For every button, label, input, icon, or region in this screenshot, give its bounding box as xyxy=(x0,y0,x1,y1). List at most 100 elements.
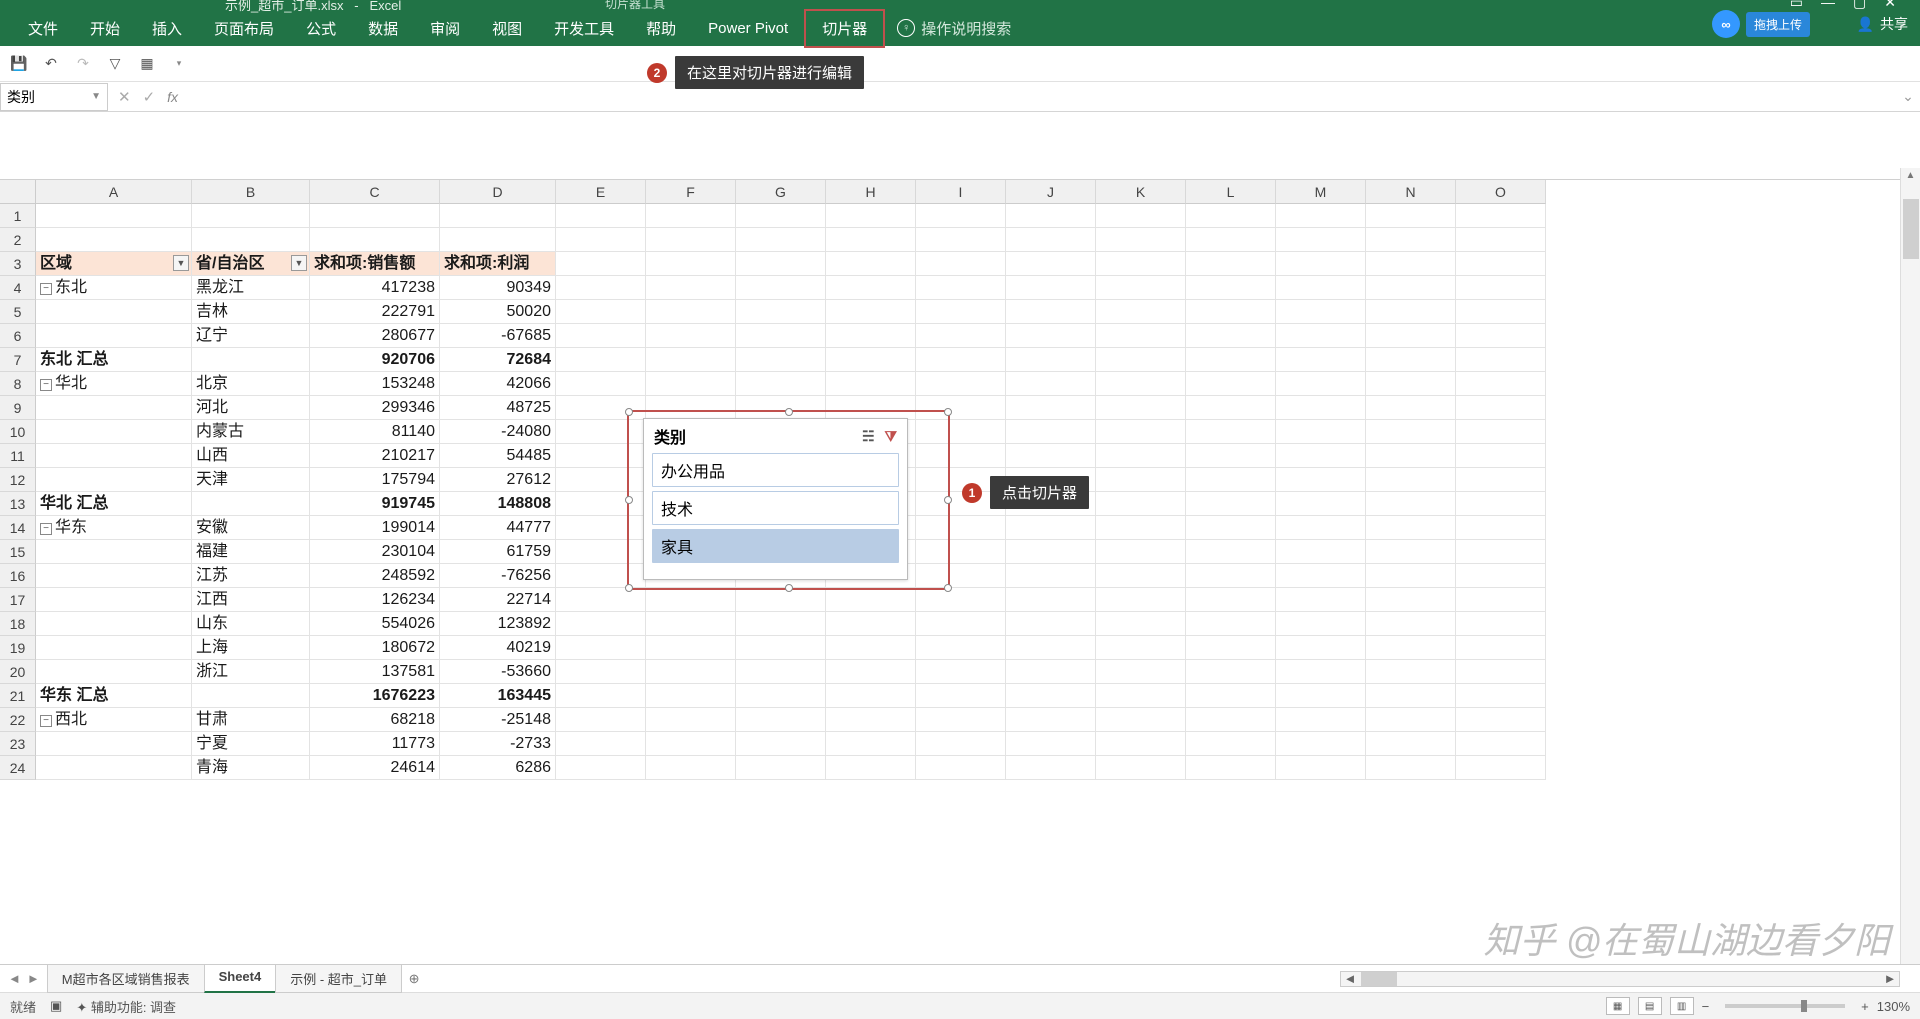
save-button[interactable]: 💾 xyxy=(8,53,30,75)
sheet-tab[interactable]: 示例 - 超市_订单 xyxy=(275,965,402,993)
cell-A14[interactable]: −华东 xyxy=(36,516,192,540)
cell-C15[interactable]: 230104 xyxy=(310,540,440,564)
cell-A7[interactable]: 东北 汇总 xyxy=(36,348,192,372)
cell-E18[interactable] xyxy=(556,612,646,636)
zoom-in-button[interactable]: + xyxy=(1861,999,1869,1014)
cell-B15[interactable]: 福建 xyxy=(192,540,310,564)
collapse-icon[interactable]: − xyxy=(40,715,52,727)
cell-L22[interactable] xyxy=(1186,708,1276,732)
cell-B9[interactable]: 河北 xyxy=(192,396,310,420)
cell-J19[interactable] xyxy=(1006,636,1096,660)
cell-D23[interactable]: -2733 xyxy=(440,732,556,756)
cell-K20[interactable] xyxy=(1096,660,1186,684)
cell-I5[interactable] xyxy=(916,300,1006,324)
cell-M22[interactable] xyxy=(1276,708,1366,732)
cell-B8[interactable]: 北京 xyxy=(192,372,310,396)
cell-B19[interactable]: 上海 xyxy=(192,636,310,660)
cell-A22[interactable]: −西北 xyxy=(36,708,192,732)
cell-I6[interactable] xyxy=(916,324,1006,348)
ribbon-tab-切片器[interactable]: 切片器 xyxy=(804,9,885,48)
cell-E17[interactable] xyxy=(556,588,646,612)
resize-handle[interactable] xyxy=(944,496,952,504)
cell-B4[interactable]: 黑龙江 xyxy=(192,276,310,300)
cell-L4[interactable] xyxy=(1186,276,1276,300)
cell-J16[interactable] xyxy=(1006,564,1096,588)
cell-L13[interactable] xyxy=(1186,492,1276,516)
cell-D12[interactable]: 27612 xyxy=(440,468,556,492)
minimize-icon[interactable]: — xyxy=(1821,0,1835,11)
cell-N13[interactable] xyxy=(1366,492,1456,516)
cell-M6[interactable] xyxy=(1276,324,1366,348)
cell-N10[interactable] xyxy=(1366,420,1456,444)
cell-A21[interactable]: 华东 汇总 xyxy=(36,684,192,708)
cell-J14[interactable] xyxy=(1006,516,1096,540)
cell-F1[interactable] xyxy=(646,204,736,228)
col-header-I[interactable]: I xyxy=(916,180,1006,204)
cell-N17[interactable] xyxy=(1366,588,1456,612)
cell-J22[interactable] xyxy=(1006,708,1096,732)
col-header-C[interactable]: C xyxy=(310,180,440,204)
ribbon-tab-视图[interactable]: 视图 xyxy=(476,11,538,46)
cell-M24[interactable] xyxy=(1276,756,1366,780)
ribbon-tab-数据[interactable]: 数据 xyxy=(352,11,414,46)
cell-A19[interactable] xyxy=(36,636,192,660)
cell-A8[interactable]: −华北 xyxy=(36,372,192,396)
cell-K18[interactable] xyxy=(1096,612,1186,636)
cell-B17[interactable]: 江西 xyxy=(192,588,310,612)
cell-M20[interactable] xyxy=(1276,660,1366,684)
cell-I22[interactable] xyxy=(916,708,1006,732)
cell-F21[interactable] xyxy=(646,684,736,708)
cell-N7[interactable] xyxy=(1366,348,1456,372)
cell-L21[interactable] xyxy=(1186,684,1276,708)
cell-B10[interactable]: 内蒙古 xyxy=(192,420,310,444)
cell-J7[interactable] xyxy=(1006,348,1096,372)
cell-I3[interactable] xyxy=(916,252,1006,276)
baidu-netdisk-widget[interactable]: ∞ 拖拽上传 xyxy=(1712,10,1810,38)
resize-handle[interactable] xyxy=(625,408,633,416)
cell-M1[interactable] xyxy=(1276,204,1366,228)
cell-J6[interactable] xyxy=(1006,324,1096,348)
cell-C10[interactable]: 81140 xyxy=(310,420,440,444)
cell-J15[interactable] xyxy=(1006,540,1096,564)
cell-M2[interactable] xyxy=(1276,228,1366,252)
cell-F23[interactable] xyxy=(646,732,736,756)
cell-K24[interactable] xyxy=(1096,756,1186,780)
row-header-23[interactable]: 23 xyxy=(0,732,36,756)
row-header-15[interactable]: 15 xyxy=(0,540,36,564)
cell-O23[interactable] xyxy=(1456,732,1546,756)
row-header-9[interactable]: 9 xyxy=(0,396,36,420)
cell-L8[interactable] xyxy=(1186,372,1276,396)
row-header-20[interactable]: 20 xyxy=(0,660,36,684)
cell-D18[interactable]: 123892 xyxy=(440,612,556,636)
col-header-E[interactable]: E xyxy=(556,180,646,204)
cell-C19[interactable]: 180672 xyxy=(310,636,440,660)
cell-D22[interactable]: -25148 xyxy=(440,708,556,732)
ribbon-tab-power-pivot[interactable]: Power Pivot xyxy=(692,13,804,44)
cell-A24[interactable] xyxy=(36,756,192,780)
cell-C8[interactable]: 153248 xyxy=(310,372,440,396)
spreadsheet-grid[interactable]: ABCDEFGHIJKLMNO 123456789101112131415161… xyxy=(0,180,1920,964)
cell-B12[interactable]: 天津 xyxy=(192,468,310,492)
cell-L23[interactable] xyxy=(1186,732,1276,756)
ribbon-tab-页面布局[interactable]: 页面布局 xyxy=(198,11,290,46)
cell-M21[interactable] xyxy=(1276,684,1366,708)
name-box[interactable]: 类别 ▼ xyxy=(0,83,108,111)
cell-I20[interactable] xyxy=(916,660,1006,684)
maximize-icon[interactable]: ▢ xyxy=(1853,0,1866,11)
col-header-B[interactable]: B xyxy=(192,180,310,204)
cell-C4[interactable]: 417238 xyxy=(310,276,440,300)
cell-M5[interactable] xyxy=(1276,300,1366,324)
cell-O24[interactable] xyxy=(1456,756,1546,780)
cell-E6[interactable] xyxy=(556,324,646,348)
cell-K1[interactable] xyxy=(1096,204,1186,228)
cell-D9[interactable]: 48725 xyxy=(440,396,556,420)
cell-O17[interactable] xyxy=(1456,588,1546,612)
macro-record-icon[interactable]: ▣ xyxy=(50,998,62,1014)
cell-G23[interactable] xyxy=(736,732,826,756)
cell-L18[interactable] xyxy=(1186,612,1276,636)
cell-N6[interactable] xyxy=(1366,324,1456,348)
cell-A5[interactable] xyxy=(36,300,192,324)
cell-J3[interactable] xyxy=(1006,252,1096,276)
cell-H4[interactable] xyxy=(826,276,916,300)
cell-D24[interactable]: 6286 xyxy=(440,756,556,780)
